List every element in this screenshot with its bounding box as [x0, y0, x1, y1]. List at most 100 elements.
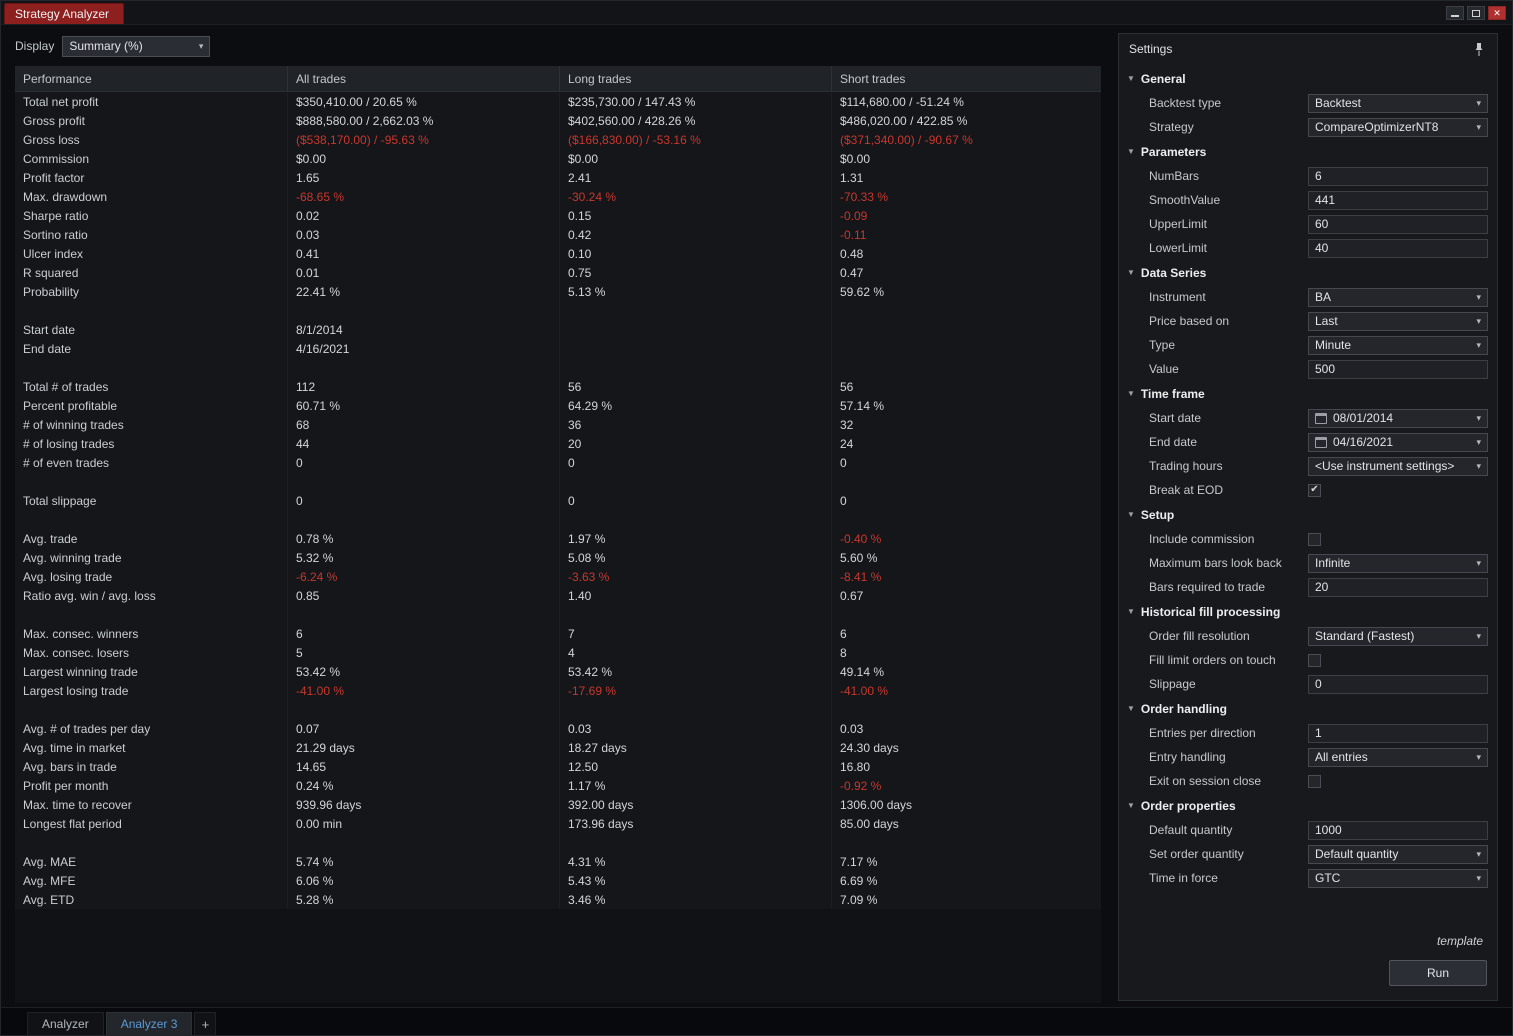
minimize-button[interactable] [1446, 6, 1464, 20]
input-slippage[interactable]: 0 [1308, 674, 1488, 694]
table-row[interactable]: Avg. bars in trade 14.65 12.50 16.80 [15, 757, 1101, 776]
table-row[interactable]: Avg. MAE 5.74 % 4.31 % 7.17 % [15, 852, 1101, 871]
table-row[interactable]: R squared 0.01 0.75 0.47 [15, 263, 1101, 282]
table-row[interactable]: Max. time to recover 939.96 days 392.00 da… [15, 795, 1101, 814]
dropdown-strategy[interactable]: CompareOptimizerNT8 ▾ [1308, 117, 1488, 137]
input-lowerlimit[interactable]: 40 [1308, 238, 1488, 258]
table-row[interactable]: # of even trades 0 0 0 [15, 453, 1101, 472]
strategy-analyzer-window: Strategy Analyzer ✕ Display Summary (%) … [0, 0, 1513, 1036]
dropdown-price-based-on[interactable]: Last ▾ [1308, 311, 1488, 331]
dropdown-entry-handling[interactable]: All entries ▾ [1308, 747, 1488, 767]
table-row[interactable]: Total net profit $350,410.00 / 20.65 % $23… [15, 92, 1101, 111]
column-header-all-trades[interactable]: All trades [287, 66, 559, 91]
section-header-order-properties[interactable]: ▼ Order properties [1119, 793, 1497, 818]
dropdown-set-order-quantity[interactable]: Default quantity ▾ [1308, 844, 1488, 864]
dropdown-maximum-bars-look-back[interactable]: Infinite ▾ [1308, 553, 1488, 573]
chevron-down-icon: ▼ [1127, 74, 1135, 83]
table-row[interactable]: Gross loss ($538,170.00) / -95.63 % ($166,… [15, 130, 1101, 149]
table-spacer-row [15, 510, 1101, 529]
section-header-time-frame[interactable]: ▼ Time frame [1119, 381, 1497, 406]
table-row[interactable]: Ulcer index 0.41 0.10 0.48 [15, 244, 1101, 263]
column-header-performance[interactable]: Performance [15, 66, 287, 91]
column-header-short-trades[interactable]: Short trades [831, 66, 1101, 91]
table-row[interactable]: Longest flat period 0.00 min 173.96 days 85… [15, 814, 1101, 833]
template-link[interactable]: template [1437, 934, 1483, 948]
table-row[interactable]: Profit factor 1.65 2.41 1.31 [15, 168, 1101, 187]
date-picker-end-date[interactable]: 04/16/2021 ▾ [1308, 432, 1488, 452]
cell-value: -6.24 % [287, 567, 559, 586]
cell-value: 0 [287, 453, 559, 472]
table-row[interactable]: Max. consec. winners 6 7 6 [15, 624, 1101, 643]
table-row[interactable]: Probability 22.41 % 5.13 % 59.62 % [15, 282, 1101, 301]
table-row[interactable]: Avg. trade 0.78 % 1.97 % -0.40 % [15, 529, 1101, 548]
add-tab-button[interactable]: + [194, 1012, 217, 1035]
checkbox-break-at-eod[interactable]: ✔ [1308, 483, 1321, 497]
input-value[interactable]: 500 [1308, 359, 1488, 379]
checkbox-include-commission[interactable] [1308, 532, 1321, 546]
tab-analyzer[interactable]: Analyzer [27, 1012, 104, 1035]
input-smoothvalue[interactable]: 441 [1308, 190, 1488, 210]
cell-value: 68 [287, 415, 559, 434]
table-row[interactable]: # of losing trades 44 20 24 [15, 434, 1101, 453]
table-row[interactable]: Avg. # of trades per day 0.07 0.03 0.03 [15, 719, 1101, 738]
checkbox-fill-limit-orders-on-touch[interactable] [1308, 653, 1321, 667]
table-row[interactable]: Avg. MFE 6.06 % 5.43 % 6.69 % [15, 871, 1101, 890]
dropdown-order-fill-resolution[interactable]: Standard (Fastest) ▾ [1308, 626, 1488, 646]
table-row[interactable]: Avg. time in market 21.29 days 18.27 days 2… [15, 738, 1101, 757]
table-row[interactable]: Largest winning trade 53.42 % 53.42 % 49.14… [15, 662, 1101, 681]
window-title-tab[interactable]: Strategy Analyzer [4, 3, 125, 24]
setting-control: All entries ▾ [1308, 747, 1488, 767]
chevron-down-icon: ▾ [1476, 460, 1481, 471]
section-header-data-series[interactable]: ▼ Data Series [1119, 260, 1497, 285]
table-row[interactable]: Avg. winning trade 5.32 % 5.08 % 5.60 % [15, 548, 1101, 567]
table-row[interactable]: Max. drawdown -68.65 % -30.24 % -70.33 % [15, 187, 1101, 206]
row-label: # of even trades [23, 455, 110, 470]
dropdown-value: All entries [1315, 750, 1368, 764]
table-row[interactable]: Avg. losing trade -6.24 % -3.63 % -8.41 % [15, 567, 1101, 586]
cell-value [559, 339, 831, 358]
dropdown-backtest-type[interactable]: Backtest ▾ [1308, 93, 1488, 113]
table-row[interactable]: Profit per month 0.24 % 1.17 % -0.92 % [15, 776, 1101, 795]
table-row[interactable]: Total slippage 0 0 0 [15, 491, 1101, 510]
run-button[interactable]: Run [1389, 960, 1487, 986]
section-header-historical-fill-processing[interactable]: ▼ Historical fill processing [1119, 599, 1497, 624]
date-picker-start-date[interactable]: 08/01/2014 ▾ [1308, 408, 1488, 428]
checkbox-exit-on-session-close[interactable] [1308, 774, 1321, 788]
table-row[interactable]: Commission $0.00 $0.00 $0.00 [15, 149, 1101, 168]
table-row[interactable]: Total # of trades 112 56 56 [15, 377, 1101, 396]
column-header-long-trades[interactable]: Long trades [559, 66, 831, 91]
table-row[interactable]: Largest losing trade -41.00 % -17.69 % -41.… [15, 681, 1101, 700]
section-header-parameters[interactable]: ▼ Parameters [1119, 139, 1497, 164]
table-row[interactable]: End date 4/16/2021 [15, 339, 1101, 358]
dropdown-trading-hours[interactable]: <Use instrument settings> ▾ [1308, 456, 1488, 476]
pin-icon[interactable] [1471, 41, 1487, 57]
cell-value: 2.41 [559, 168, 831, 187]
input-default-quantity[interactable]: 1000 [1308, 820, 1488, 840]
table-row[interactable]: Gross profit $888,580.00 / 2,662.03 % $402… [15, 111, 1101, 130]
table-row[interactable]: Ratio avg. win / avg. loss 0.85 1.40 0.67 [15, 586, 1101, 605]
table-row[interactable]: Start date 8/1/2014 [15, 320, 1101, 339]
dropdown-type[interactable]: Minute ▾ [1308, 335, 1488, 355]
table-row[interactable]: Sortino ratio 0.03 0.42 -0.11 [15, 225, 1101, 244]
table-row[interactable]: Avg. ETD 5.28 % 3.46 % 7.09 % [15, 890, 1101, 909]
maximize-button[interactable] [1467, 6, 1485, 20]
table-row[interactable]: Max. consec. losers 5 4 8 [15, 643, 1101, 662]
tab-analyzer-3[interactable]: Analyzer 3 [105, 1012, 193, 1035]
input-entries-per-direction[interactable]: 1 [1308, 723, 1488, 743]
input-upperlimit[interactable]: 60 [1308, 214, 1488, 234]
table-row[interactable]: Percent profitable 60.71 % 64.29 % 57.14 % [15, 396, 1101, 415]
section-header-setup[interactable]: ▼ Setup [1119, 502, 1497, 527]
input-bars-required-to-trade[interactable]: 20 [1308, 577, 1488, 597]
dropdown-time-in-force[interactable]: GTC ▾ [1308, 868, 1488, 888]
section-header-general[interactable]: ▼ General [1119, 66, 1497, 91]
cell-value: 5.08 % [559, 548, 831, 567]
table-row[interactable]: # of winning trades 68 36 32 [15, 415, 1101, 434]
display-dropdown[interactable]: Summary (%) ▾ [62, 35, 211, 57]
setting-control: 04/16/2021 ▾ [1308, 432, 1488, 452]
cell-value [831, 358, 1101, 377]
section-header-order-handling[interactable]: ▼ Order handling [1119, 696, 1497, 721]
close-button[interactable]: ✕ [1488, 6, 1506, 20]
input-numbars[interactable]: 6 [1308, 166, 1488, 186]
table-row[interactable]: Sharpe ratio 0.02 0.15 -0.09 [15, 206, 1101, 225]
dropdown-instrument[interactable]: BA ▾ [1308, 287, 1488, 307]
